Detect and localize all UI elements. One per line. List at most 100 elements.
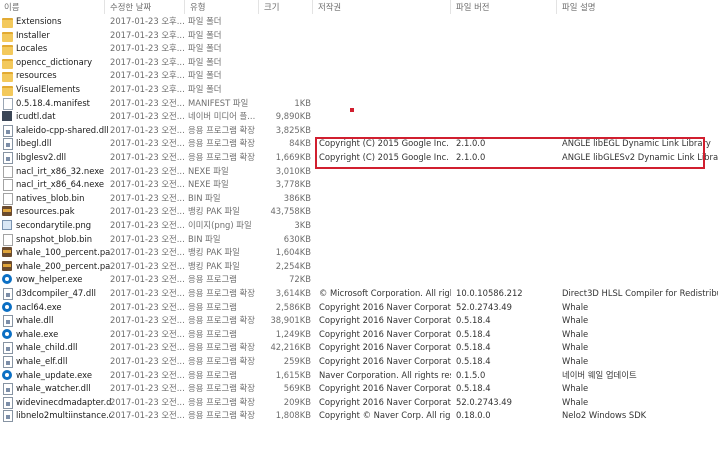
file-type: 응용 프로그램 확장 bbox=[188, 356, 255, 366]
file-row[interactable]: VisualElements 2017-01-23 오후... 파일 폴더 bbox=[0, 83, 720, 97]
file-row[interactable]: resources 2017-01-23 오후... 파일 폴더 bbox=[0, 69, 720, 83]
file-row[interactable]: d3dcompiler_47.dll 2017-01-23 오전... 응용 프로그… bbox=[0, 287, 720, 301]
file-row[interactable]: nacl64.exe 2017-01-23 오전... 응용 프로그램 2,586KB… bbox=[0, 301, 720, 315]
file-name: resources.pak bbox=[16, 206, 75, 217]
file-copyright bbox=[319, 260, 451, 274]
file-row[interactable]: opencc_dictionary 2017-01-23 오후... 파일 폴더 bbox=[0, 56, 720, 70]
file-size: 209KB bbox=[283, 396, 311, 407]
file-date: 2017-01-23 오전... bbox=[110, 192, 184, 203]
file-type: 응용 프로그램 확장 bbox=[188, 410, 255, 421]
pak-icon bbox=[2, 247, 12, 258]
file-copyright bbox=[319, 83, 451, 97]
file-version bbox=[456, 219, 556, 233]
file-row[interactable]: libnelo2multiinstance.dll 2017-01-23 오전..… bbox=[0, 409, 720, 423]
folder-icon bbox=[2, 72, 13, 83]
file-type: 응용 프로그램 확장 bbox=[188, 396, 255, 407]
file-size: 9,890KB bbox=[275, 111, 311, 122]
column-name[interactable]: 이름 bbox=[4, 1, 19, 13]
file-row[interactable]: whale_update.exe 2017-01-23 오전... 응용 프로그램 1… bbox=[0, 369, 720, 383]
file-version bbox=[456, 97, 556, 111]
file-row[interactable]: whale_100_percent.pak 2017-01-23 오전... 뱅킹 … bbox=[0, 246, 720, 260]
app-icon bbox=[2, 274, 12, 285]
file-description: 네이버 웨일 업데이트 bbox=[562, 369, 637, 380]
file-row[interactable]: nacl_irt_x86_64.nexe 2017-01-23 오전... NEXE… bbox=[0, 178, 720, 192]
column-divider[interactable] bbox=[104, 0, 105, 14]
file-row[interactable]: wow_helper.exe 2017-01-23 오전... 응용 프로그램 72K… bbox=[0, 273, 720, 287]
dll-icon bbox=[3, 383, 13, 396]
file-row[interactable]: Extensions 2017-01-23 오후... 파일 폴더 bbox=[0, 15, 720, 29]
file-version: 0.5.18.4 bbox=[456, 342, 491, 353]
file-date: 2017-01-23 오전... bbox=[110, 97, 184, 108]
file-version bbox=[456, 178, 556, 192]
file-version bbox=[456, 42, 556, 56]
column-version[interactable]: 파일 버전 bbox=[456, 1, 489, 13]
file-type: BIN 파일 bbox=[188, 233, 221, 244]
column-copyright[interactable]: 저작권 bbox=[318, 1, 341, 13]
file-row[interactable]: whale_elf.dll 2017-01-23 오전... 응용 프로그램 확장 2… bbox=[0, 355, 720, 369]
file-row[interactable]: icudtl.dat 2017-01-23 오전... 네이버 미디어 플... 9,… bbox=[0, 110, 720, 124]
column-divider[interactable] bbox=[556, 0, 557, 14]
file-date: 2017-01-23 오전... bbox=[110, 410, 184, 421]
file-description: Direct3D HLSL Compiler for Redistributi.… bbox=[562, 288, 718, 298]
column-type[interactable]: 유형 bbox=[190, 1, 205, 13]
column-divider[interactable] bbox=[450, 0, 451, 14]
file-date: 2017-01-23 오전... bbox=[110, 233, 184, 244]
file-description: Whale bbox=[562, 301, 589, 312]
file-row[interactable]: snapshot_blob.bin 2017-01-23 오전... BIN 파일 6… bbox=[0, 233, 720, 247]
file-type: 파일 폴더 bbox=[188, 84, 222, 94]
file-date: 2017-01-23 오전... bbox=[110, 328, 184, 339]
file-row[interactable]: Locales 2017-01-23 오후... 파일 폴더 bbox=[0, 42, 720, 56]
file-date: 2017-01-23 오후... bbox=[110, 43, 184, 54]
file-row[interactable]: whale_200_percent.pak 2017-01-23 오전... 뱅킹 … bbox=[0, 260, 720, 274]
file-version bbox=[456, 56, 556, 70]
column-size[interactable]: 크기 bbox=[264, 1, 279, 13]
file-copyright bbox=[319, 192, 451, 206]
file-type: 응용 프로그램 확장 bbox=[188, 342, 255, 353]
file-name: whale_child.dll bbox=[16, 342, 78, 353]
column-date[interactable]: 수정한 날짜 bbox=[110, 1, 151, 13]
file-copyright bbox=[319, 110, 451, 124]
file-version: 0.5.18.4 bbox=[456, 328, 491, 339]
column-divider[interactable] bbox=[258, 0, 259, 14]
folder-icon bbox=[2, 86, 13, 96]
file-copyright bbox=[319, 205, 451, 219]
file-date: 2017-01-23 오전... bbox=[110, 342, 184, 353]
file-row[interactable]: widevinecdmadapter.dll 2017-01-23 오전... 응용… bbox=[0, 396, 720, 410]
file-size bbox=[262, 83, 311, 97]
file-copyright bbox=[319, 97, 451, 111]
file-row[interactable]: Installer 2017-01-23 오후... 파일 폴더 bbox=[0, 29, 720, 43]
file-row[interactable]: resources.pak 2017-01-23 오전... 뱅킹 PAK 파일 43… bbox=[0, 205, 720, 219]
column-divider[interactable] bbox=[312, 0, 313, 14]
file-copyright: Copyright 2016 Naver Corporation... bbox=[319, 301, 451, 312]
file-type: 응용 프로그램 확장 bbox=[188, 152, 255, 162]
file-size: 3,825KB bbox=[275, 124, 311, 135]
file-type: 응용 프로그램 확장 bbox=[188, 288, 255, 298]
file-type: 응용 프로그램 bbox=[188, 369, 237, 380]
file-row[interactable]: kaleido-cpp-shared.dll 2017-01-23 오전... 응용… bbox=[0, 124, 720, 138]
column-divider[interactable] bbox=[184, 0, 185, 14]
file-row[interactable]: 0.5.18.4.manifest 2017-01-23 오전... MANIFES… bbox=[0, 97, 720, 111]
dll-icon bbox=[3, 342, 13, 355]
file-version bbox=[456, 205, 556, 219]
file-row[interactable]: whale_child.dll 2017-01-23 오전... 응용 프로그램 확… bbox=[0, 341, 720, 355]
file-size: 3,778KB bbox=[275, 179, 311, 190]
pak-icon bbox=[2, 206, 12, 217]
file-date: 2017-01-23 오전... bbox=[110, 165, 184, 176]
file-version bbox=[456, 110, 556, 124]
dll-icon bbox=[3, 288, 13, 300]
file-copyright: Copyright 2016 Naver Corporation... bbox=[319, 342, 451, 353]
file-copyright bbox=[319, 178, 451, 192]
column-description[interactable]: 파일 설명 bbox=[562, 1, 595, 13]
file-row[interactable]: secondarytile.png 2017-01-23 오전... 이미지(png… bbox=[0, 219, 720, 233]
file-row[interactable]: natives_blob.bin 2017-01-23 오전... BIN 파일 38… bbox=[0, 192, 720, 206]
file-copyright bbox=[319, 273, 451, 287]
file-version bbox=[456, 246, 556, 260]
file-row[interactable]: whale_watcher.dll 2017-01-23 오전... 응용 프로그램… bbox=[0, 382, 720, 396]
file-row[interactable]: whale.exe 2017-01-23 오전... 응용 프로그램 1,249KB C… bbox=[0, 328, 720, 342]
file-name: libegl.dll bbox=[16, 138, 52, 149]
file-date: 2017-01-23 오전... bbox=[110, 356, 184, 366]
file-row[interactable]: whale.dll 2017-01-23 오전... 응용 프로그램 확장 38,90… bbox=[0, 314, 720, 328]
file-description: Whale bbox=[562, 383, 589, 394]
folder-icon bbox=[2, 18, 13, 28]
file-date: 2017-01-23 오전... bbox=[110, 111, 184, 122]
